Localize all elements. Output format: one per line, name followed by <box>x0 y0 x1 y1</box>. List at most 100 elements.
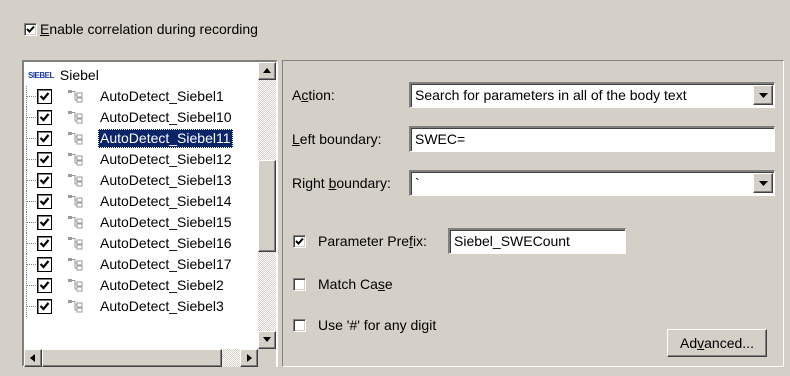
action-label: Action: <box>292 87 335 103</box>
rule-tree-icon <box>68 195 83 208</box>
checkmark-icon <box>39 134 50 143</box>
vertical-scroll-thumb[interactable] <box>258 160 276 252</box>
left-boundary-label: Left boundary: <box>292 131 382 147</box>
parameter-prefix-label[interactable]: Parameter Prefix: <box>318 233 427 249</box>
tree-item-checkbox[interactable] <box>37 89 52 104</box>
rule-tree-icon <box>68 279 83 292</box>
rules-tree-viewport: SIEBEL Siebel AutoDetect_Siebel1 AutoDete… <box>24 62 258 349</box>
left-boundary-input[interactable]: SWEC= <box>409 126 775 152</box>
tree-item-checkbox[interactable] <box>37 110 52 125</box>
rule-tree-icon <box>68 132 83 145</box>
tree-connector <box>26 285 36 286</box>
checkmark-icon <box>295 237 304 245</box>
tree-item-checkbox[interactable] <box>37 236 52 251</box>
tree-item-checkbox[interactable] <box>37 257 52 272</box>
tree-item[interactable]: AutoDetect_Siebel11 <box>24 128 258 149</box>
right-boundary-label: Right boundary: <box>292 175 391 191</box>
rule-tree-icon <box>68 216 83 229</box>
tree-connector <box>26 243 36 244</box>
tree-item[interactable]: AutoDetect_Siebel2 <box>24 275 258 296</box>
match-case-checkbox[interactable] <box>293 278 306 291</box>
checkmark-icon <box>26 25 35 33</box>
tree-connector <box>26 264 36 265</box>
tree-item[interactable]: AutoDetect_Siebel10 <box>24 107 258 128</box>
tree-item-label: AutoDetect_Siebel14 <box>100 193 232 209</box>
scrollbar-corner <box>258 349 276 367</box>
tree-item-label: AutoDetect_Siebel10 <box>100 109 232 125</box>
scroll-left-button[interactable] <box>24 349 42 367</box>
tree-item-checkbox[interactable] <box>37 215 52 230</box>
tree-item[interactable]: AutoDetect_Siebel16 <box>24 233 258 254</box>
checkmark-icon <box>39 260 50 269</box>
parameter-prefix-input[interactable]: Siebel_SWECount <box>448 228 626 254</box>
tree-connector <box>26 306 36 307</box>
checkmark-icon <box>39 218 50 227</box>
rule-tree-icon <box>68 174 83 187</box>
rule-tree-icon <box>68 258 83 271</box>
tree-item[interactable]: AutoDetect_Siebel17 <box>24 254 258 275</box>
arrow-down-icon <box>263 337 271 342</box>
rule-tree-icon <box>68 111 83 124</box>
tree-connector <box>26 222 36 223</box>
checkmark-icon <box>39 239 50 248</box>
checkmark-icon <box>39 176 50 185</box>
rule-tree-icon <box>68 153 83 166</box>
tree-connector <box>26 117 36 118</box>
checkmark-icon <box>39 155 50 164</box>
tree-connector <box>26 138 36 139</box>
tree-item-checkbox[interactable] <box>37 299 52 314</box>
right-boundary-dropdown[interactable]: ` <box>409 170 775 196</box>
checkmark-icon <box>39 197 50 206</box>
enable-correlation-label[interactable]: Enable correlation during recording <box>40 21 258 37</box>
tree-item-label: AutoDetect_Siebel11 <box>98 129 233 148</box>
match-case-label[interactable]: Match Case <box>318 276 393 292</box>
tree-item-checkbox[interactable] <box>37 173 52 188</box>
tree-item-label: AutoDetect_Siebel17 <box>100 256 232 272</box>
action-value: Search for parameters in all of the body… <box>415 87 687 103</box>
siebel-logo-icon: SIEBEL <box>28 70 54 80</box>
tree-item-checkbox[interactable] <box>37 152 52 167</box>
chevron-down-icon <box>759 181 768 186</box>
scroll-up-button[interactable] <box>258 62 276 80</box>
tree-item[interactable]: AutoDetect_Siebel3 <box>24 296 258 317</box>
chevron-down-icon <box>759 93 768 98</box>
tree-item[interactable]: AutoDetect_Siebel12 <box>24 149 258 170</box>
advanced-button[interactable]: Advanced... <box>667 329 767 357</box>
tree-item-checkbox[interactable] <box>37 278 52 293</box>
rule-details-panel: Action: Search for parameters in all of … <box>282 60 784 367</box>
parameter-prefix-value: Siebel_SWECount <box>454 233 570 249</box>
parameter-prefix-checkbox[interactable] <box>293 235 306 248</box>
use-hash-checkbox[interactable] <box>293 319 306 332</box>
tree-item-label: AutoDetect_Siebel16 <box>100 235 232 251</box>
arrow-up-icon <box>263 68 271 73</box>
tree-connector <box>26 180 36 181</box>
tree-connector <box>26 159 36 160</box>
tree-root-label: Siebel <box>59 67 99 83</box>
enable-correlation-checkbox[interactable] <box>24 23 37 36</box>
tree-item[interactable]: AutoDetect_Siebel15 <box>24 212 258 233</box>
rule-tree-icon <box>68 90 83 103</box>
scroll-down-button[interactable] <box>258 331 276 349</box>
use-hash-label[interactable]: Use '#' for any digit <box>318 317 436 333</box>
tree-item[interactable]: AutoDetect_Siebel14 <box>24 191 258 212</box>
action-dropdown-button[interactable] <box>753 85 773 105</box>
right-boundary-dropdown-button[interactable] <box>753 173 773 193</box>
right-boundary-value: ` <box>415 175 420 191</box>
tree-item-label: AutoDetect_Siebel2 <box>100 277 224 293</box>
arrow-left-icon <box>30 354 35 362</box>
checkmark-icon <box>39 281 50 290</box>
tree-connector <box>26 96 36 97</box>
tree-item-checkbox[interactable] <box>37 194 52 209</box>
checkmark-icon <box>39 302 50 311</box>
horizontal-scroll-thumb[interactable] <box>42 349 222 367</box>
tree-item-checkbox[interactable] <box>37 131 52 146</box>
checkmark-icon <box>39 92 50 101</box>
rules-tree[interactable]: SIEBEL Siebel AutoDetect_Siebel1 AutoDete… <box>22 60 278 367</box>
tree-item[interactable]: AutoDetect_Siebel13 <box>24 170 258 191</box>
checkmark-icon <box>39 113 50 122</box>
tree-connector <box>26 201 36 202</box>
action-dropdown[interactable]: Search for parameters in all of the body… <box>409 82 775 108</box>
tree-item[interactable]: AutoDetect_Siebel1 <box>24 86 258 107</box>
scroll-right-button[interactable] <box>240 349 258 367</box>
tree-root-siebel[interactable]: SIEBEL Siebel <box>28 66 99 84</box>
